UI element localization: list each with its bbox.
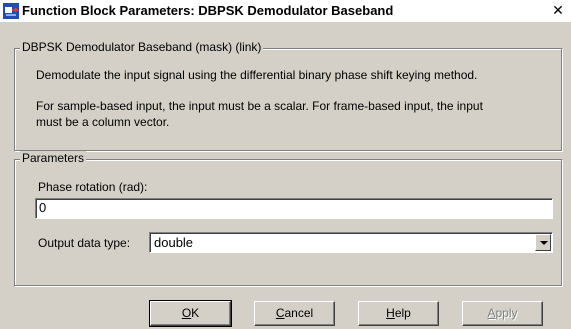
ok-button[interactable]: OK: [149, 300, 232, 327]
cancel-label-rest: ancel: [284, 306, 314, 320]
description-line-1: Demodulate the input signal using the di…: [36, 68, 478, 82]
help-mnemonic: H: [386, 306, 395, 320]
close-icon[interactable]: ✕: [549, 3, 567, 19]
help-button[interactable]: Help: [358, 301, 439, 326]
phase-rotation-input[interactable]: 0: [35, 198, 553, 219]
description-line-3: must be a column vector.: [36, 115, 170, 129]
title-bar[interactable]: Function Block Parameters: DBPSK Demodul…: [0, 0, 571, 22]
parameters-group: [14, 159, 563, 287]
cancel-button[interactable]: Cancel: [254, 301, 335, 326]
mask-group-legend: DBPSK Demodulator Baseband (mask) (link): [20, 40, 264, 54]
window-title: Function Block Parameters: DBPSK Demodul…: [22, 3, 394, 18]
ok-mnemonic: O: [181, 306, 192, 320]
output-data-type-select[interactable]: double: [149, 232, 553, 253]
simulink-block-icon: [3, 3, 19, 19]
parameters-group-legend: Parameters: [20, 151, 87, 165]
phase-rotation-label: Phase rotation (rad):: [38, 180, 148, 194]
apply-button[interactable]: Apply: [462, 301, 543, 326]
apply-label-rest: pply: [495, 306, 518, 320]
apply-mnemonic: A: [487, 306, 496, 320]
ok-label-rest: K: [191, 306, 200, 320]
output-data-type-value: double: [154, 235, 194, 250]
output-data-type-label: Output data type:: [38, 236, 131, 250]
chevron-down-icon[interactable]: [535, 234, 551, 251]
dialog-body: DBPSK Demodulator Baseband (mask) (link)…: [0, 22, 571, 329]
description-line-2: For sample-based input, the input must b…: [36, 99, 483, 113]
help-label-rest: elp: [394, 306, 411, 320]
